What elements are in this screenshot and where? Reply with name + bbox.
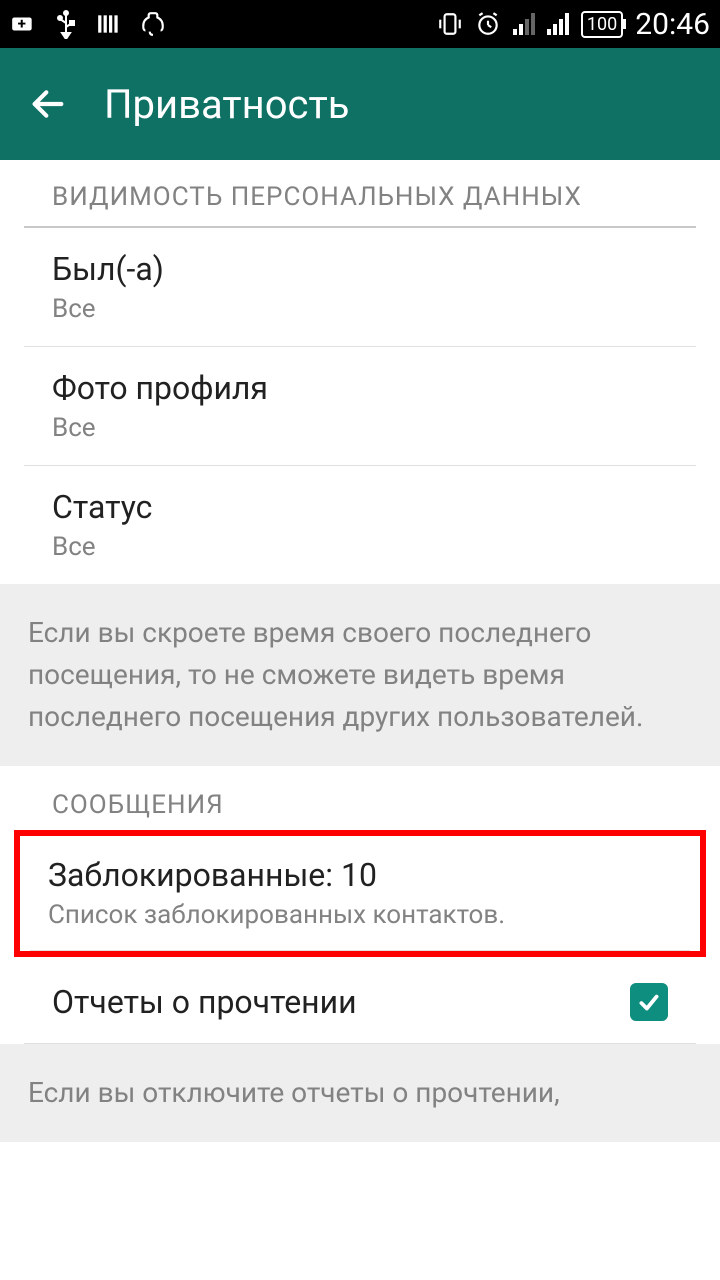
setting-status-value: Все <box>52 532 668 562</box>
setting-last-seen-title: Был(-а) <box>52 250 668 288</box>
barcode-icon <box>96 11 122 37</box>
svg-text:+: + <box>18 14 26 32</box>
status-bar: + 100 20:46 <box>0 0 720 48</box>
checkmark-icon <box>636 989 662 1015</box>
setting-profile-photo-title: Фото профиля <box>52 369 668 407</box>
notification-icon: + <box>10 11 36 37</box>
setting-profile-photo[interactable]: Фото профиля Все <box>24 347 696 466</box>
read-receipts-checkbox[interactable] <box>630 983 668 1021</box>
status-left-icons: + <box>10 9 166 39</box>
setting-blocked-contacts[interactable]: Заблокированные: 10 Список заблокированн… <box>30 836 690 951</box>
alarm-icon <box>475 11 501 37</box>
app-notification-icon <box>140 11 166 37</box>
clock-time: 20:46 <box>635 7 710 42</box>
setting-status[interactable]: Статус Все <box>24 466 696 584</box>
visibility-info-text: Если вы скроете время своего последнего … <box>0 584 720 766</box>
setting-read-receipts-title: Отчеты о прочтении <box>52 983 357 1021</box>
setting-last-seen-value: Все <box>52 294 668 324</box>
page-title: Приватность <box>104 81 349 128</box>
back-arrow-icon[interactable] <box>28 84 68 124</box>
section-header-visibility: ВИДИМОСТЬ ПЕРСОНАЛЬНЫХ ДАННЫХ <box>24 160 696 228</box>
setting-blocked-title: Заблокированные: 10 <box>48 856 672 894</box>
setting-last-seen[interactable]: Был(-а) Все <box>24 228 696 347</box>
content-area: ВИДИМОСТЬ ПЕРСОНАЛЬНЫХ ДАННЫХ Был(-а) Вс… <box>0 160 720 1142</box>
app-bar: Приватность <box>0 48 720 160</box>
usb-icon <box>54 9 78 39</box>
battery-icon: 100 <box>581 11 623 38</box>
setting-read-receipts[interactable]: Отчеты о прочтении <box>24 957 696 1044</box>
setting-blocked-subtitle: Список заблокированных контактов. <box>48 900 672 930</box>
signal-icon-1 <box>513 13 535 35</box>
status-right-icons: 100 20:46 <box>437 7 710 42</box>
vibrate-icon <box>437 11 463 37</box>
section-header-messages: СООБЩЕНИЯ <box>0 766 720 830</box>
highlighted-annotation: Заблокированные: 10 Список заблокированн… <box>14 830 706 957</box>
setting-status-title: Статус <box>52 488 668 526</box>
read-receipts-info-text: Если вы отключите отчеты о прочтении, <box>0 1044 720 1142</box>
setting-profile-photo-value: Все <box>52 413 668 443</box>
signal-icon-2 <box>547 13 569 35</box>
battery-level: 100 <box>587 14 617 35</box>
